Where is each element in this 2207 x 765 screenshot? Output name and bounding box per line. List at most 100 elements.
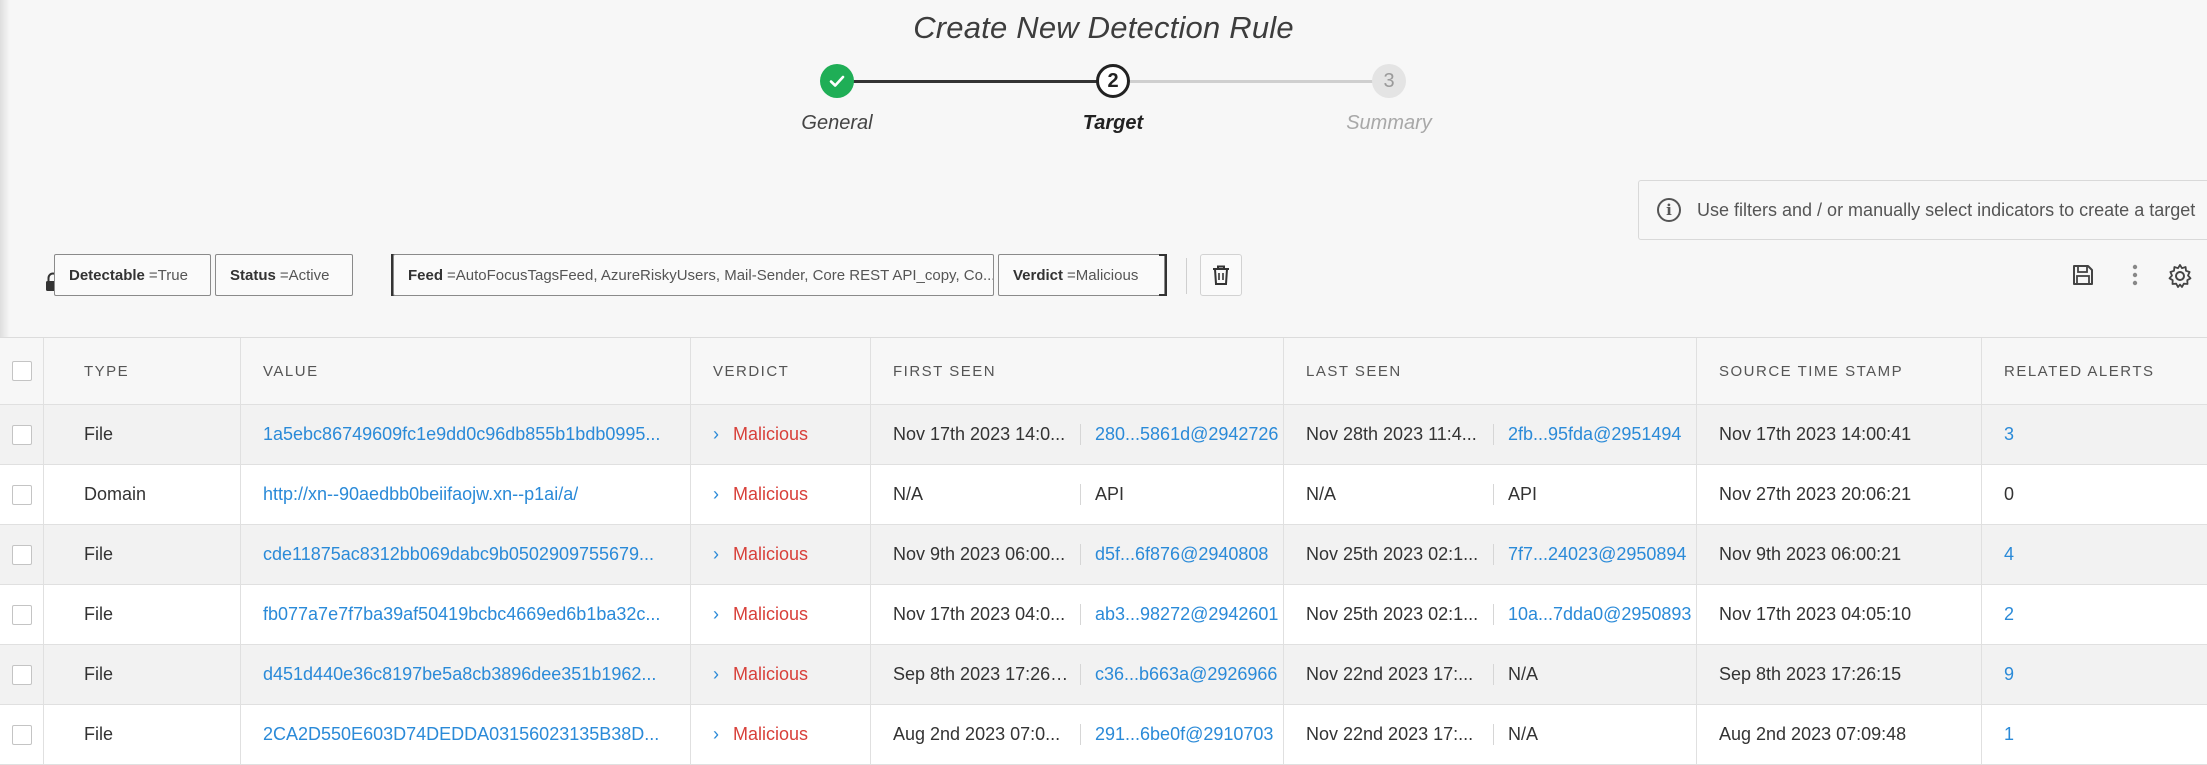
filter-chip-verdict[interactable]: Verdict = Malicious (998, 254, 1165, 296)
column-header-source-time-stamp[interactable]: SOURCE TIME STAMP (1697, 338, 1982, 404)
last-seen-source: API (1508, 484, 1538, 504)
indicator-value-link[interactable]: d451d440e36c8197be5a8cb3896dee351b1962..… (263, 664, 656, 685)
verdict-cell: › Malicious (691, 585, 871, 644)
verdict-cell: › Malicious (691, 645, 871, 704)
chevron-right-icon[interactable]: › (713, 544, 719, 565)
related-alerts-cell: 3 (1982, 405, 2207, 464)
last-seen-source[interactable]: 7f7...24023@2950894 (1494, 544, 1686, 565)
last-seen-source[interactable]: 2fb...95fda@2951494 (1494, 424, 1681, 445)
info-icon: i (1657, 198, 1681, 222)
clear-filters-button[interactable] (1200, 254, 1242, 296)
table-row[interactable]: File fb077a7e7f7ba39af50419bcbc4669ed6b1b… (0, 585, 2207, 645)
first-seen-time: N/A (893, 484, 1081, 505)
save-button[interactable] (2070, 262, 2096, 288)
last-seen-cell: Nov 25th 2023 02:1... 10a...7dda0@2950893 (1284, 585, 1697, 644)
chevron-right-icon[interactable]: › (713, 664, 719, 685)
row-checkbox[interactable] (11, 604, 32, 625)
table-body: File 1a5ebc86749609fc1e9dd0c96db855b1bdb0… (0, 405, 2207, 765)
row-select-cell (0, 585, 44, 644)
table-row[interactable]: File d451d440e36c8197be5a8cb3896dee351b19… (0, 645, 2207, 705)
indicator-value-link[interactable]: 2CA2D550E603D74DEDDA03156023135B38D... (263, 724, 659, 745)
first-seen-source[interactable]: c36...b663a@2926966 (1081, 664, 1277, 685)
related-alerts-count[interactable]: 1 (2004, 724, 2014, 745)
first-seen-cell: Nov 17th 2023 14:0... 280...5861d@2942726 (871, 405, 1284, 464)
chevron-right-icon[interactable]: › (713, 484, 719, 505)
filter-divider (1186, 258, 1187, 294)
step-target-label: Target (1082, 112, 1144, 134)
value-cell: 1a5ebc86749609fc1e9dd0c96db855b1bdb0995.… (241, 405, 691, 464)
first-seen-time: Aug 2nd 2023 07:0... (893, 724, 1081, 745)
verdict-label: Malicious (733, 664, 809, 684)
column-header-related-alerts[interactable]: RELATED ALERTS (1982, 338, 2207, 404)
indicator-value-link[interactable]: cde11875ac8312bb069dabc9b0502909755679..… (263, 544, 654, 565)
row-checkbox[interactable] (11, 664, 32, 685)
first-seen-source[interactable]: 291...6be0f@2910703 (1081, 724, 1273, 745)
info-text: Use filters and / or manually select ind… (1697, 199, 2196, 220)
filter-value: True (157, 266, 188, 284)
type-cell: File (44, 705, 241, 764)
source-time-stamp-cell: Nov 17th 2023 14:00:41 (1697, 405, 1982, 464)
table-row[interactable]: File cde11875ac8312bb069dabc9b05029097556… (0, 525, 2207, 585)
source-time-stamp-cell: Aug 2nd 2023 07:09:48 (1697, 705, 1982, 764)
table-row[interactable]: File 2CA2D550E603D74DEDDA03156023135B38D.… (0, 705, 2207, 765)
filter-value: AutoFocusTagsFeed, AzureRiskyUsers, Mail… (455, 266, 994, 284)
related-alerts-count[interactable]: 3 (2004, 424, 2014, 445)
filter-value: Active (288, 266, 330, 284)
type-cell: Domain (44, 465, 241, 524)
column-header-last-seen[interactable]: LAST SEEN (1284, 338, 1697, 404)
related-alerts-count[interactable]: 9 (2004, 664, 2014, 685)
filter-key: Feed (408, 266, 444, 284)
filter-op: = (279, 266, 289, 284)
type-cell: File (44, 405, 241, 464)
step-general-label[interactable]: General (757, 112, 917, 135)
step-general-circle[interactable] (820, 64, 854, 98)
table-row[interactable]: File 1a5ebc86749609fc1e9dd0c96db855b1bdb0… (0, 405, 2207, 465)
row-checkbox[interactable] (11, 484, 32, 505)
type-cell: File (44, 645, 241, 704)
last-seen-time: Nov 22nd 2023 17:... (1306, 724, 1494, 745)
chevron-right-icon[interactable]: › (713, 424, 719, 445)
source-time-stamp-cell: Nov 27th 2023 20:06:21 (1697, 465, 1982, 524)
value-cell: http://xn--90aedbb0beiifaojw.xn--p1ai/a/ (241, 465, 691, 524)
first-seen-source[interactable]: d5f...6f876@2940808 (1081, 544, 1268, 565)
column-header-verdict[interactable]: VERDICT (691, 338, 871, 404)
filter-group-bracket-right (1159, 254, 1167, 296)
more-options-button[interactable] (2128, 262, 2142, 288)
stepper-line-completed (850, 80, 1110, 83)
info-banner: i Use filters and / or manually select i… (1638, 180, 2207, 240)
settings-button[interactable] (2166, 262, 2194, 290)
column-header-first-seen[interactable]: FIRST SEEN (871, 338, 1284, 404)
filter-chip-feed[interactable]: Feed = AutoFocusTagsFeed, AzureRiskyUser… (393, 254, 994, 296)
indicator-value-link[interactable]: 1a5ebc86749609fc1e9dd0c96db855b1bdb0995.… (263, 424, 660, 445)
last-seen-source: N/A (1508, 724, 1539, 744)
filter-chip-detectable[interactable]: Detectable = True (54, 254, 211, 296)
select-all-checkbox[interactable] (11, 361, 32, 381)
row-select-cell (0, 525, 44, 584)
first-seen-source[interactable]: ab3...98272@2942601 (1081, 604, 1278, 625)
column-header-type[interactable]: TYPE (44, 338, 241, 404)
row-checkbox[interactable] (11, 424, 32, 445)
indicator-value-link[interactable]: http://xn--90aedbb0beiifaojw.xn--p1ai/a/ (263, 484, 578, 505)
row-checkbox[interactable] (11, 544, 32, 565)
related-alerts-count[interactable]: 2 (2004, 604, 2014, 625)
filter-chip-status[interactable]: Status = Active (215, 254, 353, 296)
chevron-right-icon[interactable]: › (713, 604, 719, 625)
first-seen-cell: Nov 17th 2023 04:0... ab3...98272@2942601 (871, 585, 1284, 644)
page-title: Create New Detection Rule (913, 10, 1294, 45)
stepper-line-pending (1130, 80, 1380, 83)
filter-op: = (447, 266, 456, 284)
type-cell: File (44, 525, 241, 584)
indicator-value-link[interactable]: fb077a7e7f7ba39af50419bcbc4669ed6b1ba32c… (263, 604, 660, 625)
chevron-right-icon[interactable]: › (713, 724, 719, 745)
gear-icon (2168, 264, 2192, 288)
filter-op: = (148, 266, 158, 284)
verdict-cell: › Malicious (691, 525, 871, 584)
related-alerts-count[interactable]: 4 (2004, 544, 2014, 565)
column-header-value[interactable]: VALUE (241, 338, 691, 404)
first-seen-source[interactable]: 280...5861d@2942726 (1081, 424, 1278, 445)
last-seen-source[interactable]: 10a...7dda0@2950893 (1494, 604, 1691, 625)
table-row[interactable]: Domain http://xn--90aedbb0beiifaojw.xn--p… (0, 465, 2207, 525)
trash-icon (1213, 265, 1229, 285)
more-vertical-icon (2132, 264, 2138, 286)
row-checkbox[interactable] (11, 724, 32, 745)
